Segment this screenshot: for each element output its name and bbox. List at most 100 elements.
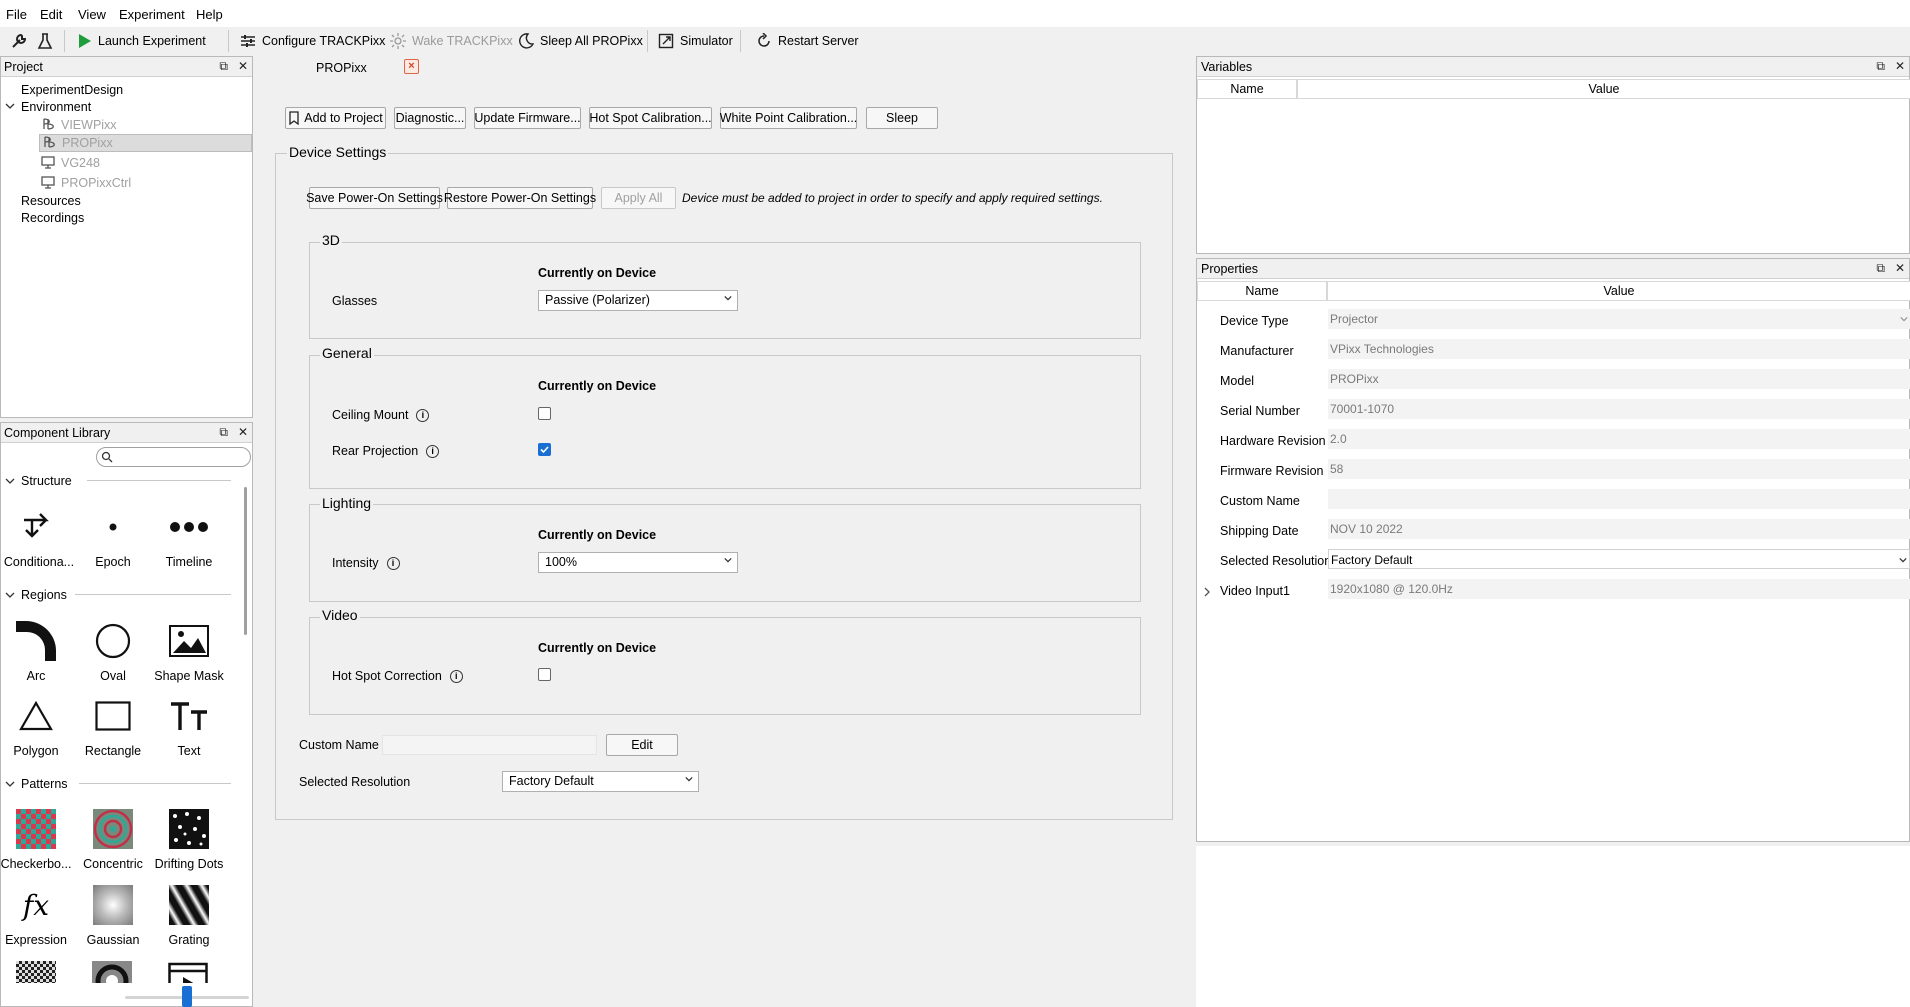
menu-experiment[interactable]: Experiment (119, 7, 185, 22)
variables-col-value[interactable]: Value (1297, 79, 1910, 99)
prop-value-firmware-revision[interactable]: 58 (1328, 459, 1910, 479)
tree-label: Environment (21, 100, 92, 114)
prop-value-device-type[interactable]: Projector (1328, 309, 1910, 329)
launch-experiment-button[interactable]: Launch Experiment (78, 30, 206, 52)
component-text[interactable]: Text (151, 694, 227, 758)
intensity-select[interactable]: 100% (538, 552, 738, 573)
close-icon[interactable]: ✕ (238, 59, 248, 74)
menu-edit[interactable]: Edit (40, 7, 62, 22)
simulator-button[interactable]: Simulator (658, 30, 733, 52)
component-timeline[interactable]: Timeline (151, 505, 227, 569)
component-drifting-dots[interactable]: Drifting Dots (151, 807, 227, 871)
component-noise-partial[interactable] (16, 961, 56, 983)
add-to-project-button[interactable]: Add to Project (285, 107, 386, 129)
float-icon[interactable]: ⧉ (219, 59, 228, 74)
button-label: Diagnostic... (395, 111, 465, 125)
prop-value-hardware-revision[interactable]: 2.0 (1328, 429, 1910, 449)
tab-close-icon[interactable]: × (404, 59, 419, 74)
hot-spot-calibration-button[interactable]: Hot Spot Calibration... (589, 107, 712, 129)
tree-item-recordings[interactable]: Recordings (21, 209, 84, 227)
float-icon[interactable]: ⧉ (1876, 59, 1885, 74)
sleep-button[interactable]: Sleep (866, 107, 938, 129)
tab-bar: PROPixx × (253, 54, 1193, 82)
menu-help[interactable]: Help (196, 7, 223, 22)
library-search-input[interactable] (96, 447, 251, 467)
component-ring-partial[interactable] (92, 961, 132, 983)
close-icon[interactable]: ✕ (238, 425, 248, 440)
tree-item-environment[interactable]: Environment (5, 98, 91, 116)
zoom-slider-handle[interactable] (182, 986, 192, 1007)
restore-power-on-button[interactable]: Restore Power-On Settings (444, 187, 596, 209)
white-point-calibration-button[interactable]: White Point Calibration... (720, 107, 857, 129)
component-oval[interactable]: Oval (75, 619, 151, 683)
section-patterns[interactable]: Patterns (5, 776, 68, 792)
close-icon[interactable]: ✕ (1895, 261, 1905, 276)
component-checkerboard[interactable]: Checkerbo... (0, 807, 74, 871)
tree-item-propixxctrl[interactable]: PROPixxCtrl (41, 174, 131, 192)
float-icon[interactable]: ⧉ (219, 425, 228, 440)
properties-col-name[interactable]: Name (1197, 281, 1327, 301)
component-epoch[interactable]: Epoch (75, 505, 151, 569)
tree-item-propixx[interactable]: PROPixx (39, 134, 252, 152)
restart-server-button[interactable]: Restart Server (756, 30, 859, 52)
tree-item-vg248[interactable]: VG248 (41, 154, 100, 172)
chevron-right-icon[interactable] (1203, 585, 1211, 600)
tree-item-resources[interactable]: Resources (21, 192, 81, 210)
diagnostic-button[interactable]: Diagnostic... (394, 107, 466, 129)
library-scrollbar[interactable] (244, 487, 247, 635)
glasses-select[interactable]: Passive (Polarizer) (538, 290, 738, 311)
close-icon[interactable]: ✕ (1895, 59, 1905, 74)
custom-name-input[interactable] (382, 735, 597, 755)
save-power-on-button[interactable]: Save Power-On Settings (306, 187, 443, 209)
wake-trackpixx-button[interactable]: Wake TRACKPixx (390, 30, 513, 52)
group-general-title: General (320, 345, 374, 361)
flask-icon[interactable] (37, 30, 53, 52)
device-link-icon (42, 135, 56, 152)
component-conditional[interactable]: Conditiona... (1, 505, 77, 569)
tree-item-experiment-design[interactable]: ExperimentDesign (21, 81, 123, 99)
variables-col-name[interactable]: Name (1197, 79, 1297, 99)
update-firmware-button[interactable]: Update Firmware... (474, 107, 581, 129)
component-grating[interactable]: Grating (151, 883, 227, 947)
info-icon[interactable]: i (416, 409, 430, 423)
info-icon[interactable]: i (449, 670, 463, 684)
component-rectangle[interactable]: Rectangle (75, 694, 151, 758)
prop-value-video-input1[interactable]: 1920x1080 @ 120.0Hz (1328, 579, 1910, 599)
apply-all-button[interactable]: Apply All (601, 187, 676, 209)
prop-value-shipping-date[interactable]: NOV 10 2022 (1328, 519, 1910, 539)
component-concentric[interactable]: Concentric (75, 807, 151, 871)
component-polygon[interactable]: Polygon (0, 694, 74, 758)
component-gaussian[interactable]: Gaussian (75, 883, 151, 947)
wrench-icon[interactable] (10, 30, 28, 52)
tab-propixx[interactable]: PROPixx (316, 61, 367, 75)
component-shape-mask[interactable]: Shape Mask (151, 619, 227, 683)
prop-value-model[interactable]: PROPixx (1328, 369, 1910, 389)
edit-button[interactable]: Edit (606, 734, 678, 756)
hot-spot-correction-checkbox[interactable] (538, 668, 551, 681)
configure-trackpixx-button[interactable]: Configure TRACKPixx (240, 30, 385, 52)
menu-file[interactable]: File (6, 7, 27, 22)
tree-item-viewpixx[interactable]: VIEWPixx (41, 116, 117, 134)
sleep-all-button[interactable]: Sleep All PROPixx (518, 30, 643, 52)
rear-projection-checkbox[interactable] (538, 443, 551, 456)
section-structure[interactable]: Structure (5, 473, 72, 489)
prop-value-selected-resolution[interactable]: Factory Default (1328, 549, 1910, 569)
function-icon: fx (22, 888, 50, 922)
prop-value-manufacturer[interactable]: VPixx Technologies (1328, 339, 1910, 359)
component-label: Shape Mask (154, 669, 224, 683)
component-expression[interactable]: fx Expression (0, 883, 74, 948)
menu-view[interactable]: View (78, 7, 106, 22)
section-regions[interactable]: Regions (5, 587, 67, 603)
properties-col-value[interactable]: Value (1327, 281, 1910, 301)
device-notice: Device must be added to project in order… (682, 191, 1103, 205)
chevron-down-icon[interactable] (5, 100, 15, 114)
ceiling-mount-checkbox[interactable] (538, 407, 551, 420)
prop-value-serial-number[interactable]: 70001-1070 (1328, 399, 1910, 419)
component-arc[interactable]: Arc (0, 619, 74, 683)
float-icon[interactable]: ⧉ (1876, 261, 1885, 276)
component-movie-partial[interactable] (168, 961, 208, 983)
info-icon[interactable]: i (426, 445, 440, 459)
info-icon[interactable]: i (386, 557, 400, 571)
selected-resolution-select[interactable]: Factory Default (502, 771, 699, 792)
prop-value-custom-name[interactable] (1328, 489, 1910, 509)
